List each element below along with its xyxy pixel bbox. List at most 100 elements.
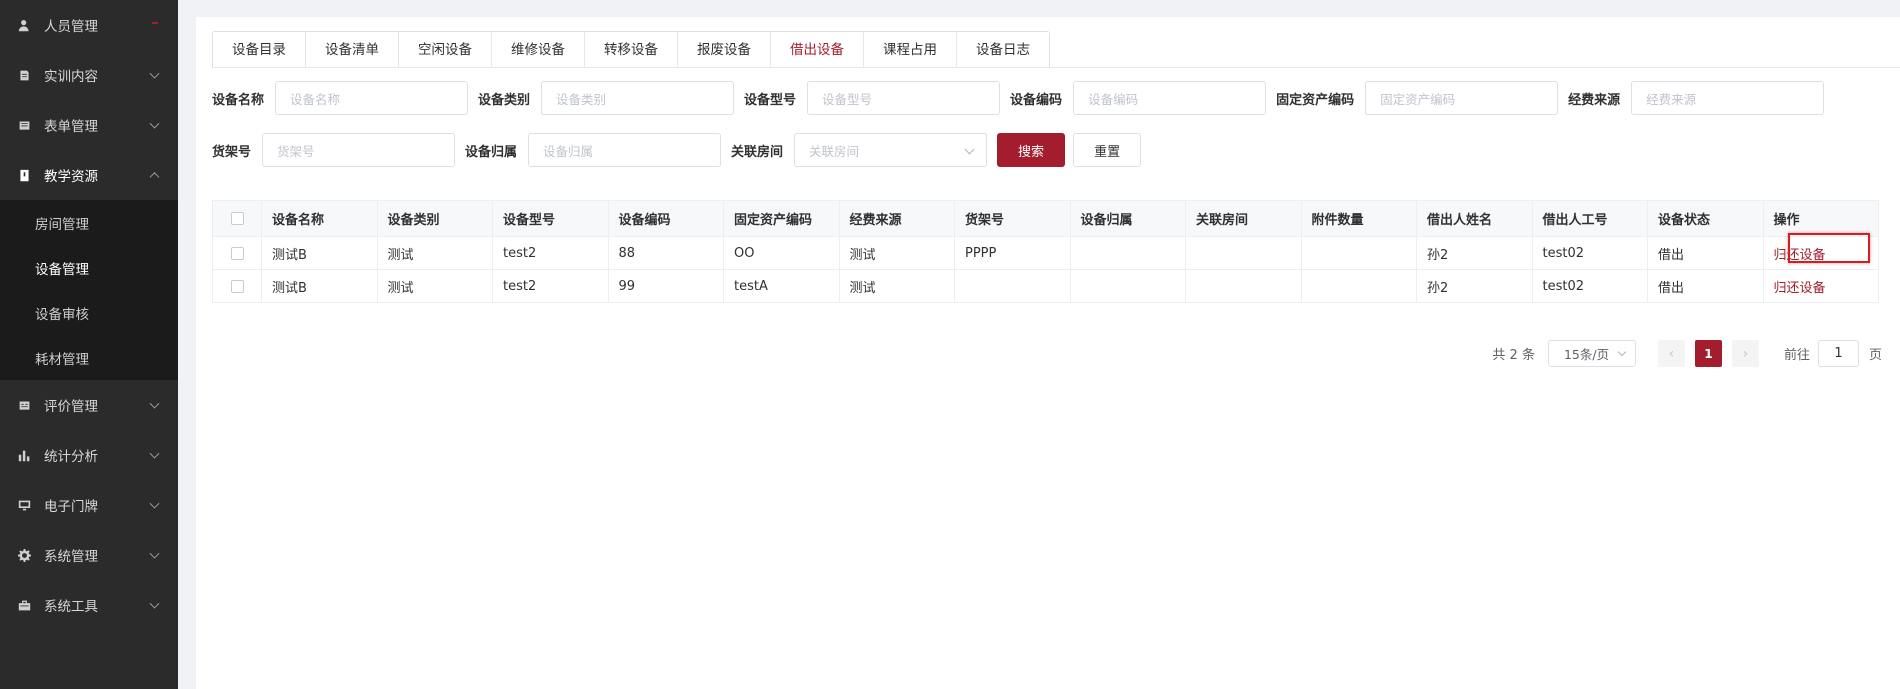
sidebar-item-consumables[interactable]: 耗材管理 [0,335,178,380]
column-header: 固定资产编码 [724,201,840,237]
table-cell: 99 [608,270,724,303]
filter-label: 固定资产编码 [1276,92,1355,108]
select-all-cell [213,201,262,237]
filter-label: 设备名称 [212,92,265,108]
table-cell: 测试 [839,270,955,303]
table-cell [1186,270,1302,303]
chevron-down-icon [1617,347,1627,357]
row-checkbox[interactable] [230,279,244,293]
tab-device-log[interactable]: 设备日志 [957,32,1049,68]
chevron-down-icon [964,144,975,155]
menu-item-evaluation[interactable]: 评价管理 [0,380,178,430]
device-model-input[interactable]: 设备型号 [807,81,1001,115]
sidebar-item-devices[interactable]: 设备管理 [0,245,178,290]
table-header-row: 设备名称 设备类别 设备型号 设备编码 固定资产编码 经费来源 货架号 设备归属… [213,201,1879,237]
table-cell: test02 [1532,270,1648,303]
search-button[interactable]: 搜索 [997,133,1066,167]
filter-row-2: 货架号 货架号 设备归属 设备归属 关联房间 关联房间 搜索 重置 [212,133,1149,167]
filter-label: 经费来源 [1568,92,1621,108]
column-header: 借出人姓名 [1417,201,1533,237]
reset-button[interactable]: 重置 [1073,133,1142,167]
sidebar-item-rooms[interactable]: 房间管理 [0,200,178,245]
chevron-down-icon [149,598,160,609]
tab-scrapped-devices[interactable]: 报废设备 [678,32,771,68]
main-area: 设备目录 设备清单 空闲设备 维修设备 转移设备 报废设备 借出设备 课程占用 … [178,0,1900,689]
device-name-input[interactable]: 设备名称 [275,81,469,115]
tab-repair-devices[interactable]: 维修设备 [492,32,585,68]
chevron-down-icon [149,118,160,129]
menu-label: 系统管理 [44,549,98,565]
tab-device-list[interactable]: 设备清单 [306,32,399,68]
related-room-select[interactable]: 关联房间 [794,133,988,167]
menu-item-statistics[interactable]: 统计分析 [0,430,178,480]
table-cell: testA [724,270,840,303]
menu-item-e-doorplate[interactable]: 电子门牌 [0,480,178,530]
column-header: 设备状态 [1648,201,1764,237]
column-header: 设备归属 [1070,201,1186,237]
filter-label: 设备类别 [478,92,531,108]
menu-label: 实训内容 [44,69,98,85]
table-cell: test2 [493,237,609,270]
device-code-input[interactable]: 设备编码 [1073,81,1267,115]
row-select-cell [213,270,262,303]
asset-code-input[interactable]: 固定资产编码 [1365,81,1559,115]
select-all-checkbox[interactable] [230,212,244,225]
tab-device-catalog[interactable]: 设备目录 [213,32,306,68]
chevron-down-icon [149,68,160,79]
column-header: 货架号 [955,201,1071,237]
table-row: 测试B 测试 test2 88 OO 测试 PPPP 孙2 test02 借出 … [213,237,1879,270]
page-size-select[interactable]: 15条/页 [1547,340,1636,367]
menu-item-forms[interactable]: 表单管理 [0,100,178,150]
book-icon [17,68,31,82]
table-cell: 测试 [839,237,955,270]
resource-icon [17,168,31,182]
menu-item-tools[interactable]: 系统工具 [0,580,178,630]
device-owner-input[interactable]: 设备归属 [528,133,722,167]
device-category-input[interactable]: 设备类别 [541,81,735,115]
menu-item-system[interactable]: 系统管理 [0,530,178,580]
page-number-button[interactable]: 1 [1694,340,1722,367]
tab-transfer-devices[interactable]: 转移设备 [585,32,678,68]
content-card: 设备目录 设备清单 空闲设备 维修设备 转移设备 报废设备 借出设备 课程占用 … [196,17,1900,689]
row-checkbox[interactable] [230,246,244,260]
menu-item-training[interactable]: 实训内容 [0,50,178,100]
return-device-link[interactable]: 归还设备 [1774,244,1826,263]
table-cell: 孙2 [1417,237,1533,270]
gear-icon [17,548,31,562]
shelf-number-input[interactable]: 货架号 [262,133,456,167]
funding-source-input[interactable]: 经费来源 [1631,81,1825,115]
menu-item-resources[interactable]: 教学资源 [0,150,178,200]
menu-item-personnel[interactable]: 人员管理 [0,0,178,50]
tab-idle-devices[interactable]: 空闲设备 [399,32,492,68]
page-size-value: 15条/页 [1563,347,1610,362]
tab-lent-devices[interactable]: 借出设备 [771,32,864,68]
chevron-right-icon: › [1742,345,1749,362]
column-header: 经费来源 [839,201,955,237]
user-icon [17,18,31,32]
table-cell: OO [724,237,840,270]
sidebar-item-device-review[interactable]: 设备审核 [0,290,178,335]
menu-label: 统计分析 [44,449,98,465]
filter-label: 设备型号 [744,92,797,108]
table-cell [1186,237,1302,270]
menu-label: 电子门牌 [44,499,98,515]
table-row: 测试B 测试 test2 99 testA 测试 孙2 test02 借出 归还… [213,270,1879,303]
pagination: 共 2 条 15条/页 ‹ 1 › 前往 1 页 [1492,340,1882,367]
menu-label: 系统工具 [44,599,98,615]
evaluate-icon [17,398,31,412]
table-cell: PPPP [955,237,1071,270]
tab-course-occupancy[interactable]: 课程占用 [864,32,957,68]
goto-label: 前往 [1783,348,1810,363]
next-page-button[interactable]: › [1731,340,1759,367]
goto-page-input[interactable]: 1 [1817,340,1859,367]
table-cell: 88 [608,237,724,270]
menu-label: 人员管理 [44,19,98,35]
return-device-link[interactable]: 归还设备 [1774,277,1826,296]
prev-page-button[interactable]: ‹ [1657,340,1685,367]
action-cell: 归还设备 [1763,270,1879,303]
chevron-down-icon [149,548,160,559]
table-cell: 测试 [377,270,493,303]
total-count: 共 2 条 [1492,348,1535,363]
menu-label: 教学资源 [44,169,98,185]
table-cell [1070,237,1186,270]
